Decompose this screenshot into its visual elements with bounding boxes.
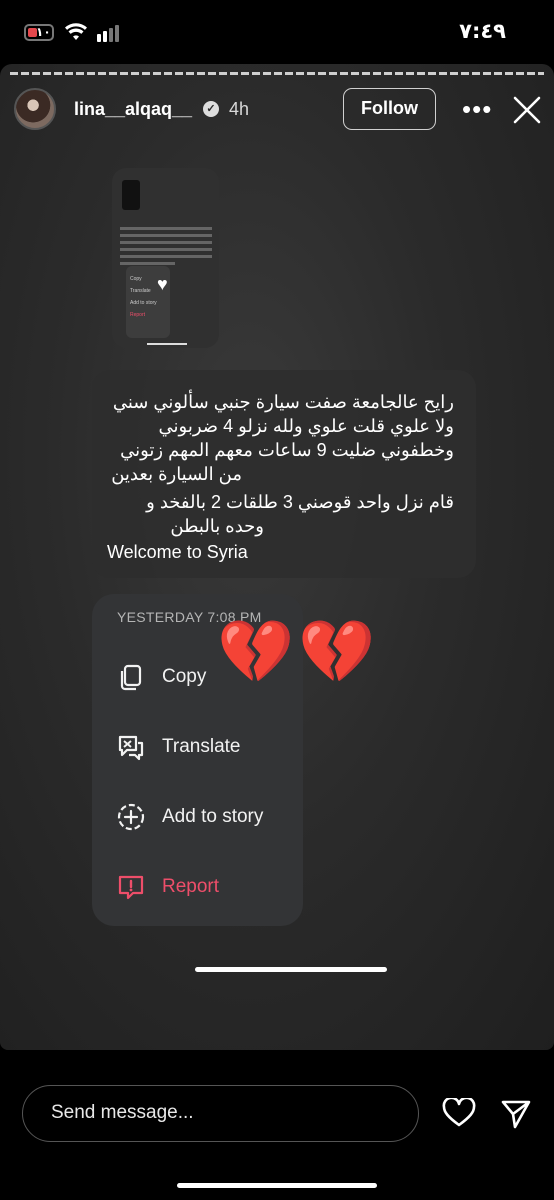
menu-item-label: Add to story <box>162 806 264 827</box>
story-age: 4h <box>229 99 250 119</box>
battery-level: ١٠ <box>36 25 51 39</box>
report-icon <box>118 875 144 900</box>
signal-icon <box>97 25 119 42</box>
send-message-input[interactable]: Send message... <box>22 1085 419 1142</box>
menu-item-translate[interactable]: Translate <box>92 718 303 778</box>
broken-heart-sticker: 💔 <box>217 618 295 687</box>
story-username[interactable]: lina__alqaq__ <box>74 99 192 120</box>
verified-badge-icon: ✓ <box>203 101 219 117</box>
avatar[interactable] <box>14 88 56 130</box>
copy-icon <box>120 664 142 691</box>
menu-item-label: Translate <box>162 736 241 757</box>
battery-icon: ١٠ <box>24 24 54 41</box>
message-line: رايح عالجامعة صفت سيارة جنبي سألوني سني <box>112 392 454 412</box>
story-viewer[interactable]: lina__alqaq__ ✓ 4h Follow ••• Copy Trans… <box>0 64 554 1050</box>
reply-bar: Send message... <box>0 1050 554 1200</box>
more-dots-icon[interactable]: ••• <box>462 94 492 125</box>
menu-item-add-to-story[interactable]: Add to story <box>92 788 303 848</box>
preview-menu-item: Report <box>130 312 146 318</box>
add-to-story-icon <box>117 803 145 831</box>
close-icon[interactable] <box>512 95 542 125</box>
story-progress-bar <box>10 72 544 75</box>
heart-sticker-icon: ♥ <box>157 274 168 294</box>
screenshot-preview: Copy Translate Add to story Report ♥ <box>112 168 219 348</box>
status-bar: ١٠ ٧:٤٩ <box>0 0 554 64</box>
message-line: Welcome to Syria <box>107 542 248 562</box>
menu-item-label: Copy <box>162 666 207 687</box>
menu-item-report[interactable]: Report <box>92 858 303 918</box>
status-time: ٧:٤٩ <box>459 19 506 43</box>
preview-home-bar <box>147 343 187 345</box>
send-message-placeholder: Send message... <box>51 1102 194 1123</box>
wifi-icon <box>65 23 87 40</box>
message-line: ولا علوي قلت علوي ولله نزلو 4 ضربوني <box>158 416 454 436</box>
menu-item-label: Report <box>162 876 220 897</box>
message-line: قام نزل واحد قوصني 3 طلقات 2 بالفخد و <box>146 492 454 512</box>
follow-button[interactable]: Follow <box>343 88 436 130</box>
message-line: من السيارة بعدين <box>111 464 242 484</box>
preview-menu-item: Add to story <box>130 300 157 306</box>
heart-icon[interactable] <box>442 1098 476 1128</box>
message-line: وخطفوني ضليت 9 ساعات معهم المهم زتوني <box>120 440 454 460</box>
translate-icon <box>118 735 144 761</box>
message-line: وحده بالبطن <box>170 516 264 536</box>
send-icon[interactable] <box>500 1098 532 1130</box>
broken-heart-sticker: 💔 <box>298 618 376 687</box>
home-indicator <box>177 1183 377 1188</box>
screenshot-home-bar <box>195 967 387 972</box>
